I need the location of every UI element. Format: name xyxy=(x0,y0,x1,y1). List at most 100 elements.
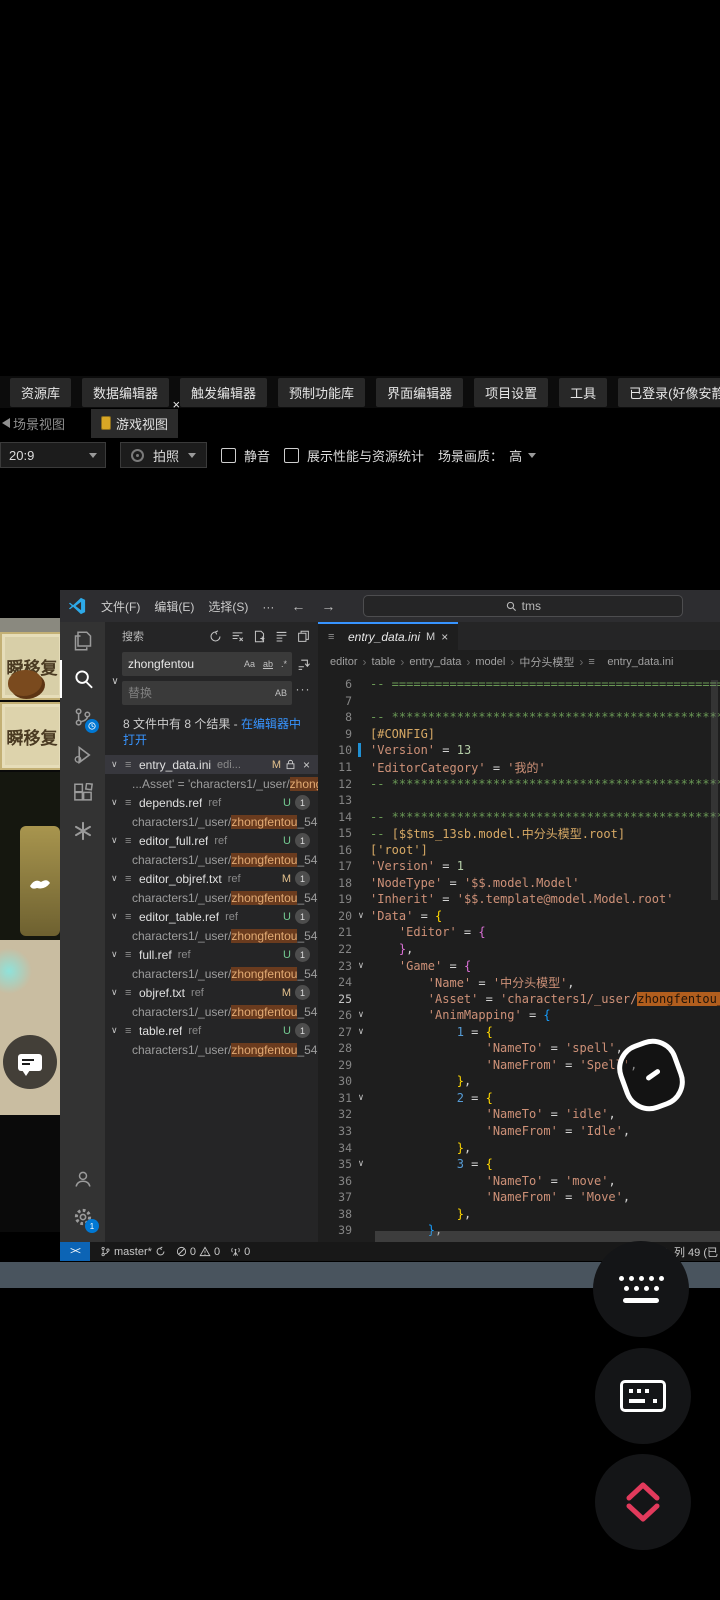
breadcrumb-item[interactable]: editor xyxy=(330,656,358,668)
account-icon[interactable] xyxy=(60,1160,105,1198)
chevron-down-icon[interactable]: ∨ xyxy=(111,1025,125,1036)
lock-icon[interactable] xyxy=(285,759,296,770)
code-line[interactable]: 27∨ 1 = { xyxy=(318,1023,720,1040)
collapse-all-icon[interactable] xyxy=(275,630,288,643)
vertical-scrollbar[interactable] xyxy=(711,680,718,900)
forward-arrow-icon[interactable]: → xyxy=(315,598,341,614)
tab-game-view[interactable]: 游戏视图 × xyxy=(91,409,178,438)
code-line[interactable]: 33 'NameFrom' = 'Idle', xyxy=(318,1123,720,1140)
command-center[interactable]: tms xyxy=(363,595,683,617)
close-icon[interactable]: × xyxy=(303,758,310,772)
code-line[interactable]: 8-- ************************************… xyxy=(318,709,720,726)
stats-toggle[interactable]: 展示性能与资源统计 xyxy=(284,446,424,465)
search-file-row[interactable]: ∨≡full.refrefU1 xyxy=(105,945,318,964)
tab-entry-data-ini[interactable]: ≡ entry_data.ini M × xyxy=(318,622,458,650)
breadcrumb-item[interactable]: entry_data xyxy=(409,656,461,668)
search-file-row[interactable]: ∨≡objref.txtrefM1 xyxy=(105,983,318,1002)
search-match-row[interactable]: ...Asset' = 'characters1/_user/zhongf... xyxy=(105,774,318,793)
replace-all-icon[interactable] xyxy=(296,658,310,672)
search-input-box[interactable]: Aa ab .* xyxy=(122,652,292,676)
chevron-down-icon[interactable]: ∨ xyxy=(111,873,125,884)
code-line[interactable]: 6-- ====================================… xyxy=(318,676,720,693)
run-debug-icon[interactable] xyxy=(60,736,105,774)
code-line[interactable]: 21 'Editor' = { xyxy=(318,924,720,941)
search-file-row[interactable]: ∨≡editor_full.refrefU1 xyxy=(105,831,318,850)
menu-button-4[interactable]: 界面编辑器 xyxy=(376,378,463,407)
code-line[interactable]: 36 'NameTo' = 'move', xyxy=(318,1172,720,1189)
vscode-menu-3[interactable]: ··· xyxy=(255,597,281,617)
match-case-icon[interactable]: Aa xyxy=(241,657,258,671)
code-line[interactable]: 38 }, xyxy=(318,1206,720,1223)
menu-button-5[interactable]: 项目设置 xyxy=(474,378,548,407)
code-line[interactable]: 23∨ 'Game' = { xyxy=(318,957,720,974)
mute-toggle[interactable]: 静音 xyxy=(221,446,270,465)
breadcrumb-item[interactable]: 中分头模型 xyxy=(519,654,574,670)
open-in-editor-icon[interactable] xyxy=(297,630,310,643)
back-arrow-icon[interactable]: ← xyxy=(285,598,311,614)
code-line[interactable]: 7 xyxy=(318,693,720,710)
vscode-menu-2[interactable]: 选择(S) xyxy=(201,597,255,617)
branch-status[interactable]: master* xyxy=(100,1246,166,1258)
keyboard-button[interactable] xyxy=(595,1348,691,1444)
vscode-menu-0[interactable]: 文件(F) xyxy=(94,597,147,617)
replace-input-box[interactable]: AB xyxy=(122,681,292,705)
search-file-row[interactable]: ∨≡table.refrefU1 xyxy=(105,1021,318,1040)
code-area[interactable]: 6-- ====================================… xyxy=(318,674,720,1242)
search-match-row[interactable]: characters1/_user/zhongfentou_548... xyxy=(105,1040,318,1059)
chevron-down-icon[interactable]: ∨ xyxy=(111,759,125,770)
chevron-down-icon[interactable]: ∨ xyxy=(111,949,125,960)
ports-status[interactable]: 0 xyxy=(230,1246,250,1258)
close-icon[interactable]: × xyxy=(441,630,448,644)
scene-quality-select[interactable]: 场景画质： 高 xyxy=(438,446,536,465)
code-line[interactable]: 13 xyxy=(318,792,720,809)
more-actions-icon[interactable]: ··· xyxy=(296,682,311,696)
code-line[interactable]: 17'Version' = 1 xyxy=(318,858,720,875)
expand-collapse-button[interactable] xyxy=(595,1454,691,1550)
menu-button-0[interactable]: 资源库 xyxy=(10,378,71,407)
clear-results-icon[interactable] xyxy=(231,630,244,643)
code-line[interactable]: 12-- ***********************************… xyxy=(318,775,720,792)
search-match-row[interactable]: characters1/_user/zhongfentou_548... xyxy=(105,964,318,983)
chevron-down-icon[interactable]: ∨ xyxy=(111,911,125,922)
code-line[interactable]: 26∨ 'AnimMapping' = { xyxy=(318,1007,720,1024)
search-file-row[interactable]: ∨≡editor_objref.txtrefM1 xyxy=(105,869,318,888)
extensions-icon[interactable] xyxy=(60,774,105,812)
refresh-icon[interactable] xyxy=(209,630,222,643)
search-match-row[interactable]: characters1/_user/zhongfentou_548... xyxy=(105,850,318,869)
chat-bubble-button[interactable] xyxy=(3,1035,57,1089)
explorer-icon[interactable] xyxy=(60,622,105,660)
search-icon[interactable] xyxy=(60,660,105,698)
chevron-down-icon[interactable]: ∨ xyxy=(111,835,125,846)
ime-toggle-button[interactable] xyxy=(593,1241,689,1337)
code-line[interactable]: 37 'NameFrom' = 'Move', xyxy=(318,1189,720,1206)
code-line[interactable]: 34 }, xyxy=(318,1139,720,1156)
code-line[interactable]: 10'Version' = 13 xyxy=(318,742,720,759)
code-line[interactable]: 25 'Asset' = 'characters1/_user/zhongfen… xyxy=(318,990,720,1007)
code-line[interactable]: 15-- [$$tms_13sb.model.中分头模型.root] xyxy=(318,825,720,842)
menu-button-6[interactable]: 工具 xyxy=(559,378,607,407)
remote-indicator[interactable]: >< xyxy=(60,1242,90,1261)
code-line[interactable]: 9[#CONFIG] xyxy=(318,726,720,743)
ai-assistant-icon[interactable] xyxy=(60,812,105,850)
fold-chevron-icon[interactable]: ∨ xyxy=(352,961,370,971)
open-new-search-editor-icon[interactable] xyxy=(253,630,266,643)
code-line[interactable]: 19'Inherit' = '$$.template@model.Model.r… xyxy=(318,891,720,908)
menu-button-7[interactable]: 已登录(好像安静地写代码-1082 xyxy=(618,378,720,407)
fold-chevron-icon[interactable]: ∨ xyxy=(352,1093,370,1103)
search-match-row[interactable]: characters1/_user/zhongfentou_548... xyxy=(105,812,318,831)
fold-chevron-icon[interactable]: ∨ xyxy=(352,1010,370,1020)
stats-checkbox[interactable] xyxy=(284,448,299,463)
breadcrumb-item[interactable]: model xyxy=(475,656,505,668)
skill-button-2[interactable]: 瞬移复 xyxy=(0,702,60,770)
search-match-row[interactable]: characters1/_user/zhongfentou_548... xyxy=(105,888,318,907)
code-line[interactable]: 24 'Name' = '中分头模型', xyxy=(318,974,720,991)
tab-scene-view[interactable]: 场景视图 xyxy=(2,414,65,433)
search-match-row[interactable]: characters1/_user/zhongfentou_548... xyxy=(105,1002,318,1021)
chevron-down-icon[interactable]: ∨ xyxy=(111,797,125,808)
chevron-down-icon[interactable]: ∨ xyxy=(111,987,125,998)
breadcrumb-item[interactable]: table xyxy=(372,656,396,668)
search-match-row[interactable]: characters1/_user/zhongfentou_548... xyxy=(105,926,318,945)
vscode-menu-1[interactable]: 编辑(E) xyxy=(147,597,201,617)
menu-button-3[interactable]: 预制功能库 xyxy=(278,378,365,407)
code-line[interactable]: 16['root'] xyxy=(318,841,720,858)
